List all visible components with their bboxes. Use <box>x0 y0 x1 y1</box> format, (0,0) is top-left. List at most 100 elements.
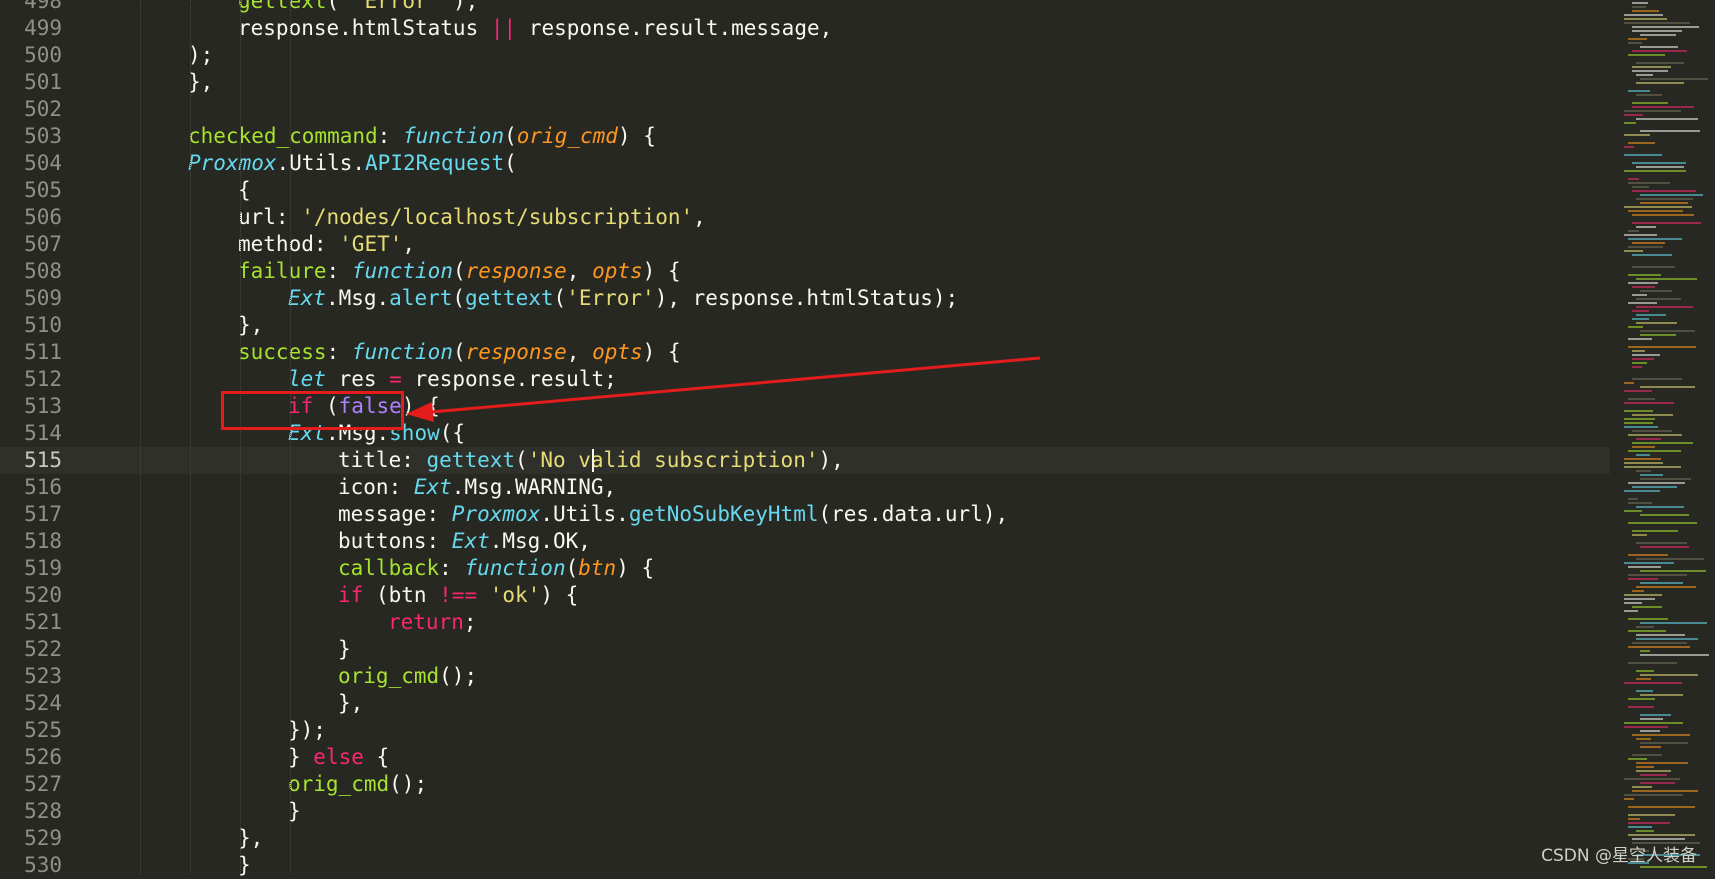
code-line[interactable]: 510}, <box>0 312 1610 339</box>
code-line[interactable]: 509 Ext.Msg.alert(gettext('Error'), respo… <box>0 285 1610 312</box>
code-token: res <box>325 367 390 391</box>
minimap-line <box>1632 366 1642 368</box>
code-token: function <box>351 340 453 364</box>
minimap-line <box>1624 598 1655 600</box>
minimap-line <box>1624 146 1634 148</box>
line-number: 526 <box>24 745 62 769</box>
minimap-line <box>1632 430 1672 432</box>
code-line[interactable]: 529}, <box>0 825 1610 852</box>
minimap-line <box>1636 74 1653 76</box>
code-line[interactable]: 504 Proxmox.Utils.API2Request( <box>0 150 1610 177</box>
code-token: ) { <box>642 340 681 364</box>
code-line[interactable]: 520 if (btn !== 'ok') { <box>0 582 1610 609</box>
code-line[interactable]: 503 checked_command: function(orig_cmd) { <box>0 123 1610 150</box>
code-token: API2Request <box>365 151 505 175</box>
code-line[interactable]: 525}); <box>0 717 1610 744</box>
minimap-line <box>1624 458 1661 460</box>
code-line[interactable]: 516 icon: Ext.Msg.WARNING, <box>0 474 1610 501</box>
code-token: gettext <box>426 448 516 472</box>
minimap-line <box>1628 302 1657 304</box>
code-text: icon: Ext.Msg.WARNING, <box>338 474 616 501</box>
code-line[interactable]: 527 orig_cmd(); <box>0 771 1610 798</box>
code-line[interactable]: 498 gettext( 'Error' ), <box>0 0 1610 15</box>
text-cursor <box>592 449 594 472</box>
minimap-line <box>1640 78 1708 80</box>
code-token: .Msg.WARNING, <box>451 475 617 499</box>
minimap-line <box>1640 718 1663 720</box>
code-token: : <box>326 340 352 364</box>
code-line[interactable]: 515 title: gettext('No valid subscription… <box>0 447 1610 474</box>
code-token: let <box>288 367 326 391</box>
minimap-line <box>1640 290 1672 292</box>
code-token: Proxmox <box>188 151 277 175</box>
minimap-line <box>1636 226 1656 228</box>
minimap-line <box>1636 634 1685 636</box>
code-line[interactable]: 508 failure: function(response, opts) { <box>0 258 1610 285</box>
minimap-line <box>1636 738 1651 740</box>
line-number: 515 <box>24 448 62 472</box>
code-line[interactable]: 524}, <box>0 690 1610 717</box>
minimap-line <box>1636 118 1698 120</box>
code-token: ) { <box>616 556 655 580</box>
code-line[interactable]: 511 success: function(response, opts) { <box>0 339 1610 366</box>
minimap-line <box>1636 438 1661 440</box>
code-token: ), <box>818 448 844 472</box>
minimap-line <box>1628 54 1665 56</box>
code-editor[interactable]: 498 gettext( 'Error' ), 499 response.htmlSt… <box>0 0 1715 877</box>
code-line[interactable]: 518 buttons: Ext.Msg.OK, <box>0 528 1610 555</box>
minimap-line <box>1628 578 1658 580</box>
code-line[interactable]: 505{ <box>0 177 1610 204</box>
minimap-line <box>1624 490 1660 492</box>
minimap-line <box>1632 286 1655 288</box>
code-line[interactable]: 507 method: 'GET', <box>0 231 1610 258</box>
code-token: (); <box>439 664 478 688</box>
code-line[interactable]: 528} <box>0 798 1610 825</box>
minimap-line <box>1640 514 1689 516</box>
code-token: .Utils. <box>540 502 629 526</box>
minimap-line <box>1636 470 1651 472</box>
code-text: } <box>338 636 351 663</box>
code-line[interactable]: 519 callback: function(btn) { <box>0 555 1610 582</box>
code-token: } <box>338 637 351 661</box>
code-line[interactable]: 512 let res = response.result; <box>0 366 1610 393</box>
code-token: ( <box>515 448 528 472</box>
code-token: ( <box>504 151 517 175</box>
minimap-line <box>1640 474 1663 476</box>
code-line[interactable]: 521 return; <box>0 609 1610 636</box>
minimap-line <box>1624 602 1642 604</box>
minimap-line <box>1632 66 1671 68</box>
minimap-line <box>1628 434 1682 436</box>
minimap-line <box>1628 346 1696 348</box>
minimap-line <box>1624 234 1657 236</box>
minimap-line <box>1632 310 1649 312</box>
minimap-line <box>1636 830 1654 832</box>
line-number: 519 <box>24 556 62 580</box>
minimap-line <box>1636 298 1681 300</box>
code-token: (res.data.url), <box>818 502 1009 526</box>
minimap-line <box>1628 274 1661 276</box>
code-line[interactable]: 506 url: '/nodes/localhost/subscription', <box>0 204 1610 231</box>
code-token: alert <box>389 286 453 310</box>
code-line[interactable]: 502 <box>0 96 1610 123</box>
code-line[interactable]: 530} <box>0 852 1610 879</box>
minimap-line <box>1624 390 1652 392</box>
minimap-line <box>1640 774 1667 776</box>
code-line[interactable]: 517 message: Proxmox.Utils.getNoSubKeyHtm… <box>0 501 1610 528</box>
minimap-line <box>1640 730 1660 732</box>
code-token: buttons: <box>338 529 452 553</box>
code-token: orig_cmd <box>338 664 440 688</box>
code-token: ), response.htmlStatus); <box>654 286 959 310</box>
code-line[interactable]: 526} else { <box>0 744 1610 771</box>
code-line[interactable]: 522} <box>0 636 1610 663</box>
code-line[interactable]: 500); <box>0 42 1610 69</box>
minimap-line <box>1640 546 1689 548</box>
minimap[interactable] <box>1618 0 1715 874</box>
minimap-line <box>1624 466 1681 468</box>
code-line[interactable]: 501}, <box>0 69 1610 96</box>
code-line[interactable]: 523 orig_cmd(); <box>0 663 1610 690</box>
minimap-line <box>1632 30 1682 32</box>
code-token: ) { <box>401 394 440 418</box>
minimap-line <box>1624 154 1662 156</box>
code-line[interactable]: 499 response.htmlStatus || response.resul… <box>0 15 1610 42</box>
minimap-line <box>1636 506 1684 508</box>
